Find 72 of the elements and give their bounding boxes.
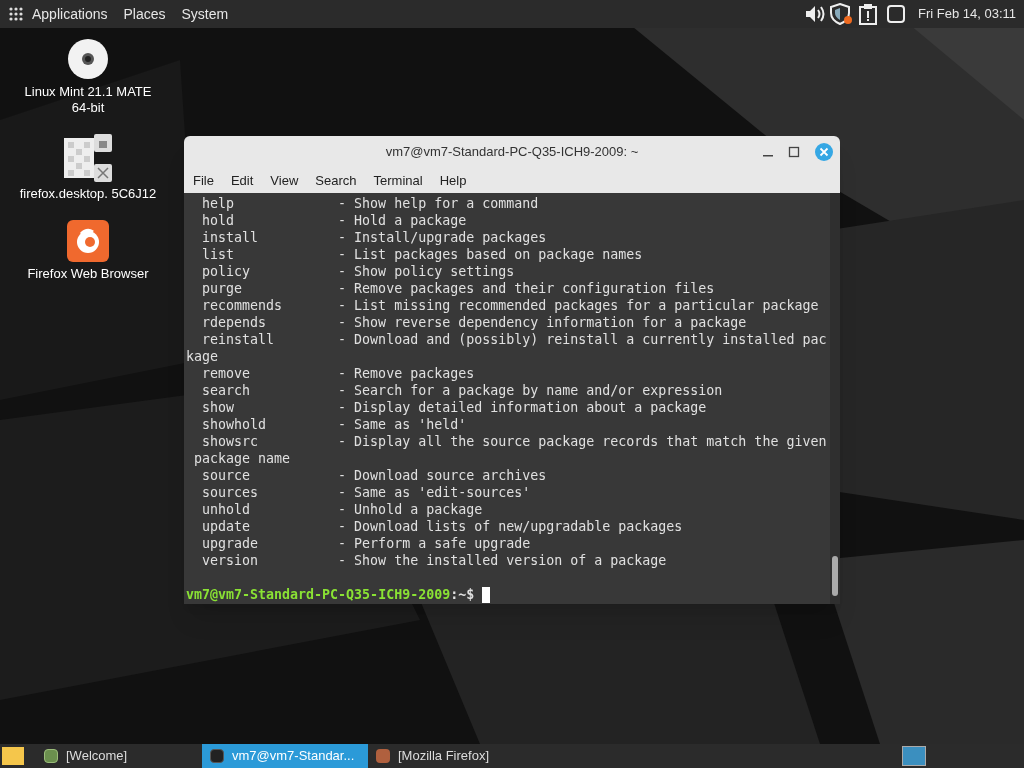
terminal-command: hold	[201, 212, 236, 229]
terminal-command: sources	[201, 484, 260, 501]
terminal-command: upgrade	[201, 535, 260, 552]
terminal-command: rdepends	[201, 314, 268, 331]
terminal-description: - Remove packages and their configuration files	[338, 280, 715, 297]
app-icon	[44, 749, 58, 763]
menu-item[interactable]: File	[193, 170, 214, 191]
terminal-description: - Perform a safe upgrade	[338, 535, 531, 552]
terminal-description: - Same as 'edit-sources'	[338, 484, 531, 501]
panel-menu[interactable]: Places	[123, 3, 166, 25]
disc-icon	[67, 38, 109, 80]
terminal-description: - Download source archives	[338, 467, 547, 484]
desktop-icon-label[interactable]: Linux Mint 21.1 MATE 64-bit	[18, 84, 158, 116]
terminal-description: - List packages based on package names	[338, 246, 643, 263]
terminal-command: policy	[201, 263, 252, 280]
terminal-description: - Same as 'held'	[338, 416, 467, 433]
terminal-description: - Show policy settings	[338, 263, 515, 280]
apps-grid-icon[interactable]	[8, 6, 24, 22]
terminal-command: search	[201, 382, 252, 399]
terminal-description: - Download and (possibly) reinstall a currently installed pac	[338, 331, 827, 348]
window-title: vm7@vm7-Standard-PC-Q35-ICH9-2009: ~	[385, 143, 639, 162]
terminal-command: version	[201, 552, 260, 569]
clipboard-alert-icon[interactable]	[857, 3, 878, 25]
terminal-description: - Display detailed information about a package	[338, 399, 707, 416]
panel-menu[interactable]: System	[181, 3, 229, 25]
terminal-description: - Download lists of new/upgradable packages	[338, 518, 683, 535]
terminal-line: package name	[193, 450, 291, 467]
terminal-command: recommends	[201, 297, 284, 314]
text-cursor	[482, 586, 491, 603]
workspace-switcher[interactable]	[902, 746, 926, 766]
terminal-command: help	[201, 195, 236, 212]
close-icon[interactable]	[814, 142, 834, 162]
shield-icon[interactable]	[829, 3, 854, 25]
desktop-icon-label[interactable]: Firefox Web Browser	[18, 266, 158, 282]
scrollbar-thumb[interactable]	[832, 556, 838, 596]
terminal-description: - Hold a package	[338, 212, 467, 229]
prompt-user: vm7@vm7-Standard-PC-Q35-ICH9-2009	[186, 586, 451, 603]
menu-item[interactable]: Terminal	[373, 170, 423, 191]
taskbar-button[interactable]: [Welcome]	[36, 744, 202, 768]
terminal-command: showhold	[201, 416, 268, 433]
terminal-command: install	[201, 229, 260, 246]
terminal-description: - Show help for a command	[338, 195, 539, 212]
terminal-line: kage	[186, 348, 219, 365]
terminal-command: reinstall	[201, 331, 276, 348]
maximize-icon[interactable]	[788, 146, 800, 158]
terminal-command: show	[201, 399, 236, 416]
terminal-description: - Unhold a package	[338, 501, 483, 518]
terminal-command: purge	[201, 280, 244, 297]
terminal-description: - List missing recommended packages for a particular package	[338, 297, 819, 314]
terminal-description: - Remove packages	[338, 365, 475, 382]
terminal-description: - Search for a package by name and/or expression	[338, 382, 723, 399]
terminal-description: - Show reverse dependency information for a package	[338, 314, 747, 331]
terminal-command: remove	[201, 365, 252, 382]
clock[interactable]: Fri Feb 14, 03:11	[917, 4, 1016, 24]
terminal-command: list	[201, 246, 236, 263]
menu-item[interactable]: View	[270, 170, 299, 191]
desktop-icon-label[interactable]: firefox.desktop. 5C6J12	[18, 186, 158, 202]
terminal-command: showsrc	[201, 433, 260, 450]
prompt-path: :~$	[450, 586, 475, 603]
terminal-command: source	[201, 467, 252, 484]
menu-item[interactable]: Search	[315, 170, 357, 191]
terminal-description: - Show the installed version of a package	[338, 552, 667, 569]
taskbar-button[interactable]: [Mozilla Firefox]	[368, 744, 534, 768]
terminal-description: - Install/upgrade packages	[338, 229, 547, 246]
menu-item[interactable]: Help	[439, 170, 467, 191]
scrollbar[interactable]	[830, 193, 840, 604]
volume-icon[interactable]	[803, 4, 826, 24]
terminal-description: - Display all the source package records that match the given	[338, 433, 827, 450]
menu-item[interactable]: Edit	[230, 170, 254, 191]
panel-menu[interactable]: Applications	[32, 3, 108, 25]
terminal-command: update	[201, 518, 252, 535]
terminal-command: unhold	[201, 501, 252, 518]
